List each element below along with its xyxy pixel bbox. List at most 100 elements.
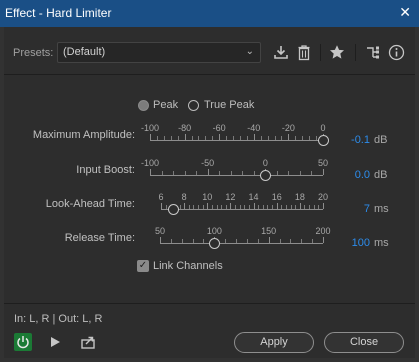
look-ahead-time-unit: ms	[374, 203, 389, 215]
slider-tick	[178, 136, 179, 140]
slider-tick	[226, 205, 227, 209]
close-button[interactable]: Close	[324, 332, 404, 353]
slider-tick	[288, 171, 289, 175]
close-window-button[interactable]: ✕	[399, 5, 411, 21]
chevron-down-icon: ⌄	[245, 46, 254, 57]
export-icon[interactable]	[80, 334, 97, 350]
slider-tick	[219, 134, 220, 140]
slider-tick	[268, 136, 269, 140]
slider-tick	[312, 239, 313, 243]
slider-tick	[217, 205, 218, 209]
info-icon[interactable]	[388, 44, 405, 61]
slider-tick	[182, 239, 183, 243]
slider-tick	[254, 171, 255, 175]
save-preset-icon[interactable]	[273, 44, 289, 60]
peak-radio[interactable]	[138, 100, 149, 111]
input-boost-slider-track[interactable]	[150, 175, 323, 176]
routing-icon[interactable]	[365, 44, 381, 60]
power-button[interactable]	[14, 333, 32, 351]
look-ahead-time-value[interactable]: 7	[322, 203, 370, 215]
slider-tick	[236, 239, 237, 243]
slider-tick	[286, 205, 287, 209]
maximum-amplitude-value[interactable]: -0.1	[322, 134, 370, 146]
presets-label: Presets:	[13, 47, 54, 59]
slider-tick	[150, 134, 151, 140]
slider-tick	[258, 205, 259, 209]
slider-tick	[280, 239, 281, 243]
slider-tick	[269, 237, 270, 243]
slider-tick	[212, 205, 213, 209]
slider-tick	[235, 205, 236, 209]
slider-tick	[184, 203, 185, 209]
look-ahead-time-slider-knob[interactable]	[168, 204, 179, 215]
slider-tick-label: -80	[178, 123, 192, 133]
slider-tick	[290, 239, 291, 243]
input-boost-label: Input Boost:	[76, 164, 135, 176]
presets-selected-value: (Default)	[63, 46, 106, 58]
release-time-value[interactable]: 100	[322, 237, 370, 249]
slider-tick	[221, 205, 222, 209]
slider-tick	[275, 136, 276, 140]
slider-tick	[189, 205, 190, 209]
slider-tick	[304, 205, 305, 209]
slider-tick	[203, 205, 204, 209]
peak-radio-label: Peak	[153, 99, 179, 111]
input-boost-value[interactable]: 0.0	[322, 169, 370, 181]
slider-tick	[180, 205, 181, 209]
slider-tick	[171, 239, 172, 243]
slider-tick	[254, 134, 255, 140]
slider-tick	[261, 136, 262, 140]
slider-tick	[254, 203, 255, 209]
input-boost-slider-knob[interactable]	[260, 170, 271, 181]
slider-tick-label: 8	[181, 192, 187, 202]
slider-tick	[205, 136, 206, 140]
input-boost-unit: dB	[374, 169, 388, 181]
toolbar-separator	[355, 44, 356, 61]
slider-tick-label: 200	[315, 226, 331, 236]
io-channels-text: In: L, R | Out: L, R	[14, 313, 103, 325]
release-time-unit: ms	[374, 237, 389, 249]
slider-tick	[301, 239, 302, 243]
slider-tick	[212, 136, 213, 140]
slider-tick	[193, 239, 194, 243]
slider-tick	[240, 136, 241, 140]
presets-divider	[4, 74, 415, 75]
apply-button[interactable]: Apply	[234, 332, 314, 353]
slider-tick	[198, 205, 199, 209]
slider-tick	[281, 136, 282, 140]
slider-tick-label: 20	[317, 192, 329, 202]
slider-tick	[193, 205, 194, 209]
slider-tick	[242, 171, 243, 175]
delete-preset-icon[interactable]	[296, 44, 312, 61]
play-icon[interactable]	[48, 335, 62, 349]
link-channels-checkbox[interactable]: ✓	[137, 260, 149, 272]
slider-tick	[277, 171, 278, 175]
slider-tick	[185, 134, 186, 140]
slider-tick	[277, 203, 278, 209]
slider-tick-label: -100	[140, 158, 160, 168]
maximum-amplitude-slider-track[interactable]	[150, 140, 323, 141]
presets-dropdown[interactable]: (Default) ⌄	[57, 42, 261, 63]
power-icon	[17, 336, 29, 349]
slider-tick	[166, 205, 167, 209]
slider-tick	[300, 171, 301, 175]
slider-tick	[162, 171, 163, 175]
slider-tick-label: -20	[281, 123, 295, 133]
slider-tick-label: -50	[201, 158, 215, 168]
slider-tick	[311, 171, 312, 175]
slider-tick	[272, 205, 273, 209]
slider-tick-label: -100	[140, 123, 160, 133]
favorite-star-icon[interactable]	[329, 44, 345, 60]
look-ahead-time-slider-track[interactable]	[161, 209, 323, 210]
slider-tick-label: 18	[294, 192, 305, 202]
slider-tick-label: 6	[158, 192, 164, 202]
release-time-slider-track[interactable]	[160, 243, 323, 244]
slider-tick	[244, 205, 245, 209]
true-peak-radio[interactable]	[188, 100, 199, 111]
slider-tick	[309, 205, 310, 209]
slider-tick	[247, 239, 248, 243]
release-time-slider-knob[interactable]	[209, 238, 220, 249]
slider-tick	[208, 169, 209, 175]
slider-tick	[288, 134, 289, 140]
link-channels-label: Link Channels	[153, 260, 223, 272]
